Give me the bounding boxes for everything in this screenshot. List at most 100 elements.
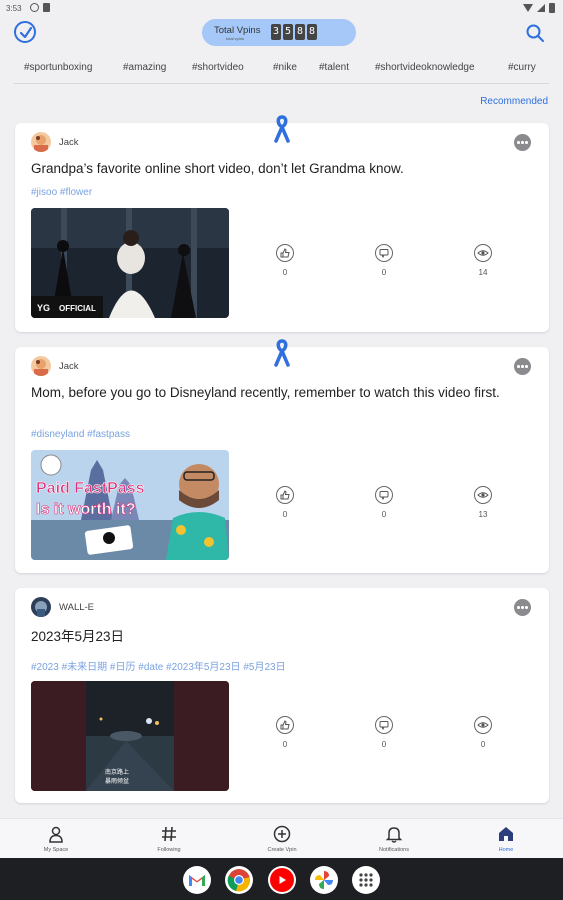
person-icon [47,825,65,843]
bell-icon [385,825,403,843]
vpins-digits: 3 5 8 8 [271,24,317,40]
comment-stat[interactable]: 0 [369,716,399,749]
battery-icon [549,3,555,13]
plus-circle-icon [273,825,291,843]
view-count: 0 [480,740,486,749]
hashtag-chip[interactable]: #sportunboxing [24,62,92,73]
hashtag-chip[interactable]: #amazing [123,62,166,73]
comment-count: 0 [381,268,387,277]
hashtag-filter-row: #sportunboxing #amazing #shortvideo #nik… [0,57,563,81]
divider [14,83,549,84]
more-options-icon[interactable] [514,134,531,151]
wifi-icon [523,4,533,12]
thumbnail-subtitle-line2: 暴雨倾盆 [105,778,130,785]
hashtag-chip[interactable]: #shortvideo [192,62,244,73]
like-stat[interactable]: 0 [270,244,300,277]
thumbnail-title-line1: Paid FastPass [36,480,145,498]
home-icon [497,825,515,843]
avatar[interactable] [31,132,51,152]
app-logo-icon[interactable] [14,21,36,43]
view-stat[interactable]: 14 [468,244,498,277]
hashtag-chip[interactable]: #nike [273,62,297,73]
thumbnail-title-line2: Is it worth it? [36,501,136,519]
view-stat[interactable]: 13 [468,486,498,519]
top-bar: Total Vpins total vpins 3 5 8 8 [0,17,563,51]
post-card[interactable]: Jack Grandpa’s favorite online short vid… [15,115,549,332]
vpins-digit: 3 [271,24,281,40]
video-thumbnail[interactable]: Paid FastPass Is it worth it? [31,450,229,560]
gmail-icon[interactable] [183,866,211,894]
comment-count: 0 [381,510,387,519]
nav-notifications[interactable]: Notifications [364,825,424,853]
nav-create-vpin[interactable]: Create Vpin [252,825,312,853]
hashtag-chip[interactable]: #talent [319,62,349,73]
post-text: Grandpa’s favorite online short video, d… [31,161,404,176]
vpins-digit: 8 [295,24,305,40]
recommended-tab[interactable]: Recommended [480,96,548,107]
vpins-digit: 5 [283,24,293,40]
more-options-icon[interactable] [514,599,531,616]
eye-icon [474,716,492,734]
avatar[interactable] [31,356,51,376]
post-hashtags[interactable]: #jisoo #flower [31,187,92,198]
nav-label: Home [498,847,514,853]
total-vpins-label: Total Vpins [214,25,261,36]
post-card[interactable]: WALL-E 2023年5月23日 #2023 #未来日期 #日历 #date … [15,588,549,803]
ribbon-icon [273,115,291,143]
nav-home[interactable]: Home [476,825,536,853]
youtube-icon[interactable] [268,866,296,894]
post-text: Mom, before you go to Disneyland recentl… [31,385,500,400]
view-count: 13 [478,510,488,519]
eye-icon [474,244,492,262]
video-thumbnail[interactable]: YG OFFICIAL [31,208,229,318]
like-stat[interactable]: 0 [270,716,300,749]
post-author[interactable]: Jack [59,137,79,148]
eye-icon [474,486,492,504]
hashtag-chip[interactable]: #curry [508,62,536,73]
comment-icon [375,244,393,262]
photos-icon[interactable] [310,866,338,894]
post-card[interactable]: Jack Mom, before you go to Disneyland re… [15,339,549,573]
like-count: 0 [282,268,288,277]
search-icon[interactable] [524,22,546,44]
nav-label: Notifications [379,847,409,853]
total-vpins-sublabel: total vpins [226,36,245,41]
comment-icon [375,716,393,734]
thumbnail-caption: OFFICIAL [59,304,96,313]
notification-icon [30,3,39,12]
post-author[interactable]: Jack [59,361,79,372]
post-hashtags[interactable]: #2023 #未来日期 #日历 #date #2023年5月23日 #5月23日 [31,658,286,673]
sim-icon [43,3,50,12]
post-author[interactable]: WALL-E [59,602,94,613]
video-thumbnail[interactable]: 南京路上 暴雨倾盆 [31,681,229,791]
nav-label: Following [157,847,181,853]
view-stat[interactable]: 0 [468,716,498,749]
thumbnail-subtitle-line1: 南京路上 [105,769,130,776]
more-options-icon[interactable] [514,358,531,375]
chrome-icon[interactable] [225,866,253,894]
nav-label: My Space [43,847,69,853]
post-text: 2023年5月23日 [31,629,125,644]
nav-my-space[interactable]: My Space [26,825,86,853]
status-bar: 3:53 [0,0,563,17]
system-dock [0,858,563,900]
nav-following[interactable]: Following [139,825,199,853]
total-vpins-counter[interactable]: Total Vpins total vpins 3 5 8 8 [202,19,356,46]
view-count: 14 [478,268,488,277]
like-stat[interactable]: 0 [270,486,300,519]
comment-stat[interactable]: 0 [369,486,399,519]
comment-stat[interactable]: 0 [369,244,399,277]
avatar[interactable] [31,597,51,617]
comment-count: 0 [381,740,387,749]
comment-icon [375,486,393,504]
ribbon-icon [273,339,291,367]
nav-label: Create Vpin [267,847,297,853]
like-icon [276,716,294,734]
hashtag-chip[interactable]: #shortvideoknowledge [375,62,475,73]
post-hashtags[interactable]: #disneyland #fastpass [31,429,130,440]
app-drawer-icon[interactable] [352,866,380,894]
vpins-digit: 8 [307,24,317,40]
like-icon [276,486,294,504]
signal-icon [537,4,545,12]
status-time: 3:53 [6,4,22,13]
